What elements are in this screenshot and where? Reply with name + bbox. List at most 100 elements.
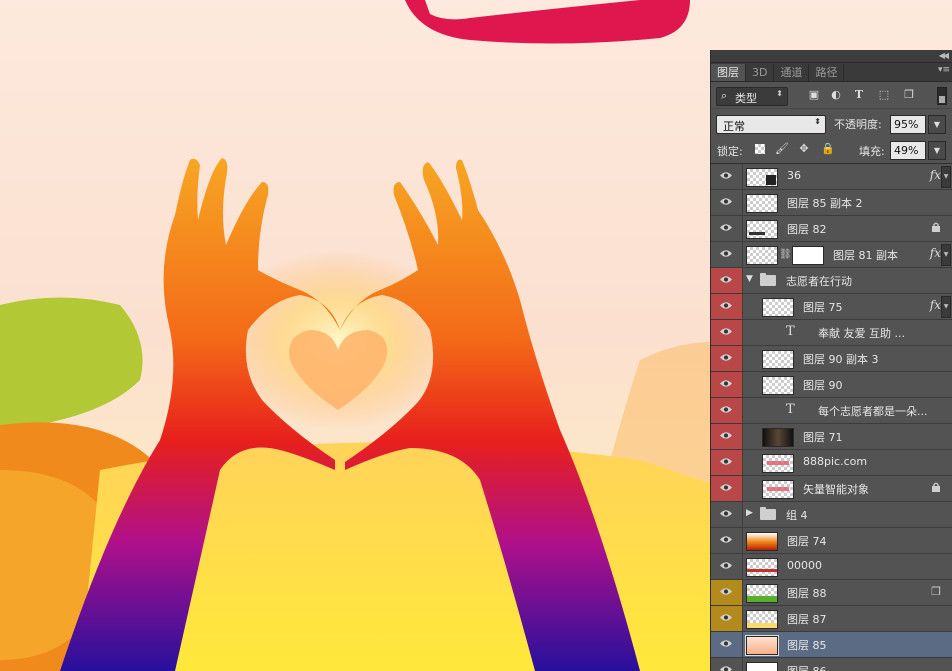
eye-icon — [720, 172, 732, 179]
layer-name: 888pic.com — [803, 455, 868, 468]
visibility-toggle[interactable] — [711, 346, 743, 371]
lock-all-icon[interactable]: 🔒 — [821, 143, 835, 155]
layer-row[interactable]: 00000 — [711, 554, 952, 580]
layer-row[interactable]: T 奉献 友爱 互助 ... — [711, 320, 952, 346]
layer-row[interactable]: ▼ 志愿者在行动 — [711, 268, 952, 294]
layer-row[interactable]: 矢量智能对象 — [711, 476, 952, 502]
layer-row[interactable]: 图层 75 fx ▼ — [711, 294, 952, 320]
lock-move-icon[interactable]: ✥ — [798, 143, 810, 155]
layer-name: 图层 86 — [787, 663, 827, 671]
visibility-toggle[interactable] — [711, 658, 743, 671]
visibility-toggle[interactable] — [711, 476, 743, 501]
visibility-toggle[interactable] — [711, 372, 743, 397]
opacity-value: 95% — [894, 118, 919, 131]
layer-row[interactable]: 图层 87 — [711, 606, 952, 632]
visibility-toggle[interactable] — [711, 424, 743, 449]
eye-icon — [720, 588, 732, 595]
expand-effects-icon[interactable]: ▼ — [941, 296, 951, 318]
layer-mask-thumbnail[interactable] — [792, 246, 824, 265]
eye-icon — [720, 640, 732, 647]
layer-name: 图层 75 — [803, 301, 843, 314]
panel-top-strip: ◀◀ — [711, 50, 952, 63]
layer-row[interactable]: 888pic.com — [711, 450, 952, 476]
visibility-toggle[interactable] — [711, 268, 743, 293]
fx-icon[interactable]: fx — [930, 246, 941, 260]
tab-3d[interactable]: 3D — [746, 64, 775, 81]
expand-effects-icon[interactable]: ▼ — [941, 244, 951, 266]
layer-name: 图层 90 — [803, 379, 843, 392]
tab-channels[interactable]: 通道 — [774, 64, 810, 81]
expand-effects-icon[interactable]: ▼ — [941, 166, 951, 188]
visibility-toggle[interactable] — [711, 580, 743, 605]
lock-transparent-icon[interactable] — [755, 144, 765, 154]
layer-row[interactable]: 图层 74 — [711, 528, 952, 554]
blend-mode-select[interactable]: 正常 ⬍ — [716, 115, 826, 134]
shape-filter-icon[interactable]: ⬚ — [877, 88, 891, 102]
eye-icon — [720, 354, 732, 361]
tab-layers[interactable]: 图层 — [711, 64, 746, 81]
layer-row[interactable]: 图层 90 — [711, 372, 952, 398]
tab-paths[interactable]: 路径 — [809, 64, 845, 81]
visibility-toggle[interactable] — [711, 294, 743, 319]
panel-menu-icon[interactable]: ▾≡ — [938, 65, 950, 75]
expand-right-icon[interactable]: ▶ — [746, 508, 753, 518]
layer-thumbnail — [746, 220, 778, 239]
visibility-toggle[interactable] — [711, 320, 743, 345]
visibility-toggle[interactable] — [711, 606, 743, 631]
layer-row[interactable]: 图层 71 — [711, 424, 952, 450]
layer-name: 图层 71 — [803, 431, 843, 444]
layer-thumbnail — [762, 350, 794, 369]
collapse-panel-icon[interactable]: ◀◀ — [939, 50, 949, 62]
visibility-toggle[interactable] — [711, 216, 743, 241]
fill-label: 填充: — [859, 145, 885, 158]
visibility-toggle[interactable] — [711, 164, 743, 189]
filter-row: ⌕ 类型 ⬍ ▣ ◐ T ⬚ ❐ — [711, 82, 952, 109]
eye-icon — [720, 224, 732, 231]
eye-icon — [720, 302, 732, 309]
fx-icon[interactable]: fx — [930, 298, 941, 312]
image-filter-icon[interactable]: ▣ — [807, 88, 821, 102]
layer-row[interactable]: T 每个志愿者都是一朵... — [711, 398, 952, 424]
visibility-toggle[interactable] — [711, 632, 743, 657]
fill-dropdown-button[interactable]: ▼ — [928, 141, 946, 160]
visibility-toggle[interactable] — [711, 554, 743, 579]
eye-icon — [720, 666, 732, 671]
fill-input[interactable]: 49% — [890, 141, 926, 160]
visibility-toggle[interactable] — [711, 528, 743, 553]
layer-row[interactable]: 图层 90 副本 3 — [711, 346, 952, 372]
layer-row[interactable]: 图层 85 副本 2 — [711, 190, 952, 216]
opacity-dropdown-button[interactable]: ▼ — [928, 115, 946, 134]
lock-brush-icon[interactable]: 🖌 — [775, 143, 789, 155]
layer-row[interactable]: 图层 86 — [711, 658, 952, 671]
opacity-label: 不透明度: — [834, 118, 882, 131]
layer-thumbnail — [746, 662, 778, 671]
layer-row[interactable]: 图层 88 ❐ — [711, 580, 952, 606]
type-filter-icon[interactable]: T — [852, 88, 866, 102]
layer-name: 奉献 友爱 互助 ... — [818, 327, 905, 340]
opacity-input[interactable]: 95% — [890, 115, 926, 134]
visibility-toggle[interactable] — [711, 242, 743, 267]
filter-kind-select[interactable]: ⌕ 类型 ⬍ — [716, 87, 788, 106]
layer-name: 志愿者在行动 — [786, 275, 852, 288]
expand-down-icon[interactable]: ▼ — [746, 274, 753, 284]
smart-object-filter-icon[interactable]: ❐ — [902, 88, 916, 102]
visibility-toggle[interactable] — [711, 450, 743, 475]
visibility-toggle[interactable] — [711, 398, 743, 423]
visibility-toggle[interactable] — [711, 502, 743, 527]
layer-row[interactable]: 图层 82 — [711, 216, 952, 242]
layer-thumbnail — [762, 454, 794, 473]
layer-thumbnail — [762, 376, 794, 395]
layer-row[interactable]: ▶ 组 4 — [711, 502, 952, 528]
visibility-toggle[interactable] — [711, 190, 743, 215]
fx-icon[interactable]: fx — [930, 168, 941, 182]
folder-icon — [760, 273, 776, 286]
filter-toggle-switch[interactable] — [937, 87, 947, 105]
layer-row[interactable]: 36 fx ▼ — [711, 164, 952, 190]
link-icon[interactable]: ⛓ — [779, 249, 792, 260]
layer-name: 组 4 — [786, 509, 808, 522]
layer-row[interactable]: 图层 85 — [711, 632, 952, 658]
layer-thumbnail — [762, 480, 794, 499]
layer-name: 矢量智能对象 — [803, 483, 869, 496]
layer-row[interactable]: ⛓ 图层 81 副本 fx ▼ — [711, 242, 952, 268]
adjustment-filter-icon[interactable]: ◐ — [829, 88, 843, 102]
